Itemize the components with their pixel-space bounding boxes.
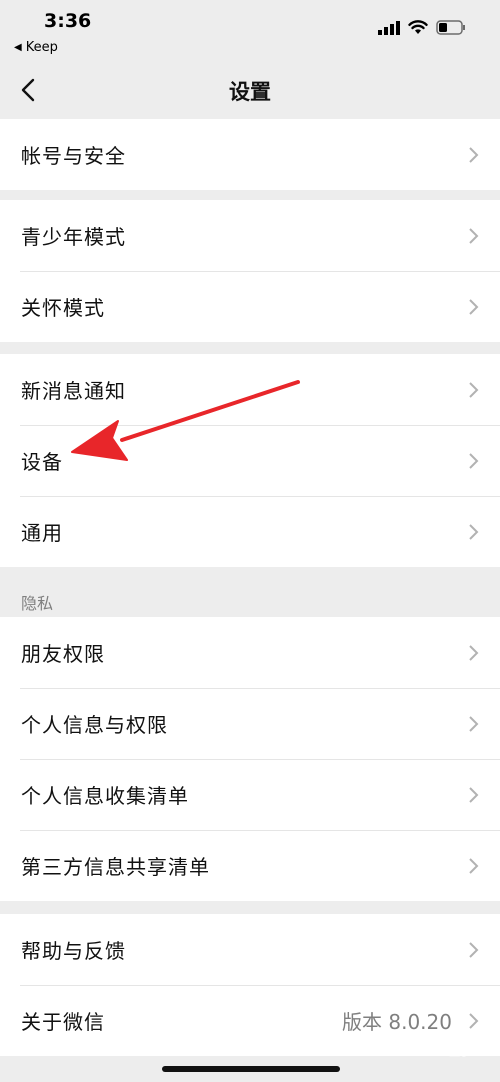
chevron-right-icon <box>469 523 479 540</box>
settings-item-label: 朋友权限 <box>21 642 105 666</box>
version-value: 版本 8.0.20 <box>342 1010 452 1034</box>
chevron-right-icon <box>469 298 479 315</box>
settings-item-label: 关于微信 <box>21 1010 105 1034</box>
group-about: 帮助与反馈 关于微信 版本 8.0.20 <box>0 914 500 1056</box>
chevron-right-icon <box>469 1012 479 1029</box>
settings-item-label: 个人信息收集清单 <box>21 784 189 808</box>
battery-icon <box>436 20 465 35</box>
status-icons <box>378 20 466 35</box>
settings-item-friend-permissions[interactable]: 朋友权限 <box>0 617 500 688</box>
settings-item-label: 个人信息与权限 <box>21 713 168 737</box>
settings-item-label: 帐号与安全 <box>21 144 126 168</box>
settings-item-label: 关怀模式 <box>21 296 105 320</box>
settings-item-label: 通用 <box>21 521 63 545</box>
settings-item-label: 第三方信息共享清单 <box>21 855 210 879</box>
settings-item-personal-info-permissions[interactable]: 个人信息与权限 <box>0 688 500 759</box>
back-app-label: Keep <box>25 40 58 55</box>
watermark-sub: 经验 <box>443 1040 476 1059</box>
settings-item-account-security[interactable]: 帐号与安全 <box>0 119 500 190</box>
group-modes: 青少年模式 关怀模式 <box>0 200 500 342</box>
home-indicator[interactable] <box>162 1066 340 1072</box>
group-privacy: 朋友权限 个人信息与权限 个人信息收集清单 第三方信息共享清单 <box>0 617 500 901</box>
settings-item-notifications[interactable]: 新消息通知 <box>0 354 500 425</box>
settings-item-care-mode[interactable]: 关怀模式 <box>0 271 500 342</box>
chevron-right-icon <box>469 146 479 163</box>
wifi-icon <box>408 20 428 34</box>
chevron-right-icon <box>469 941 479 958</box>
nav-bar: 设置 <box>0 62 500 118</box>
settings-item-label: 设备 <box>21 450 63 474</box>
settings-item-personal-info-collection[interactable]: 个人信息收集清单 <box>0 759 500 830</box>
back-triangle-icon: ◀ <box>14 42 22 53</box>
signal-icon <box>378 20 400 35</box>
chevron-right-icon <box>469 857 479 874</box>
page-title: 设置 <box>229 80 271 104</box>
settings-item-third-party-sharing[interactable]: 第三方信息共享清单 <box>0 830 500 901</box>
settings-item-label: 青少年模式 <box>21 225 126 249</box>
chevron-right-icon <box>469 381 479 398</box>
watermark-text: Bai <box>404 1036 440 1060</box>
chevron-right-icon <box>469 227 479 244</box>
section-header-privacy: 隐私 <box>21 594 54 613</box>
chevron-right-icon <box>469 715 479 732</box>
status-bar: 3:36 ◀ Keep <box>0 0 500 62</box>
back-to-app-button[interactable]: ◀ Keep <box>14 40 58 55</box>
status-time: 3:36 <box>44 10 92 32</box>
settings-item-teen-mode[interactable]: 青少年模式 <box>0 200 500 271</box>
settings-item-devices[interactable]: 设备 <box>0 425 500 496</box>
chevron-right-icon <box>469 644 479 661</box>
watermark-logo: Bai 经验 <box>404 1036 476 1060</box>
chevron-right-icon <box>469 452 479 469</box>
group-account: 帐号与安全 <box>0 119 500 190</box>
settings-item-label: 帮助与反馈 <box>21 939 126 963</box>
settings-item-general[interactable]: 通用 <box>0 496 500 567</box>
settings-item-help-feedback[interactable]: 帮助与反馈 <box>0 914 500 985</box>
settings-item-label: 新消息通知 <box>21 379 126 403</box>
group-general: 新消息通知 设备 通用 <box>0 354 500 567</box>
chevron-right-icon <box>469 786 479 803</box>
